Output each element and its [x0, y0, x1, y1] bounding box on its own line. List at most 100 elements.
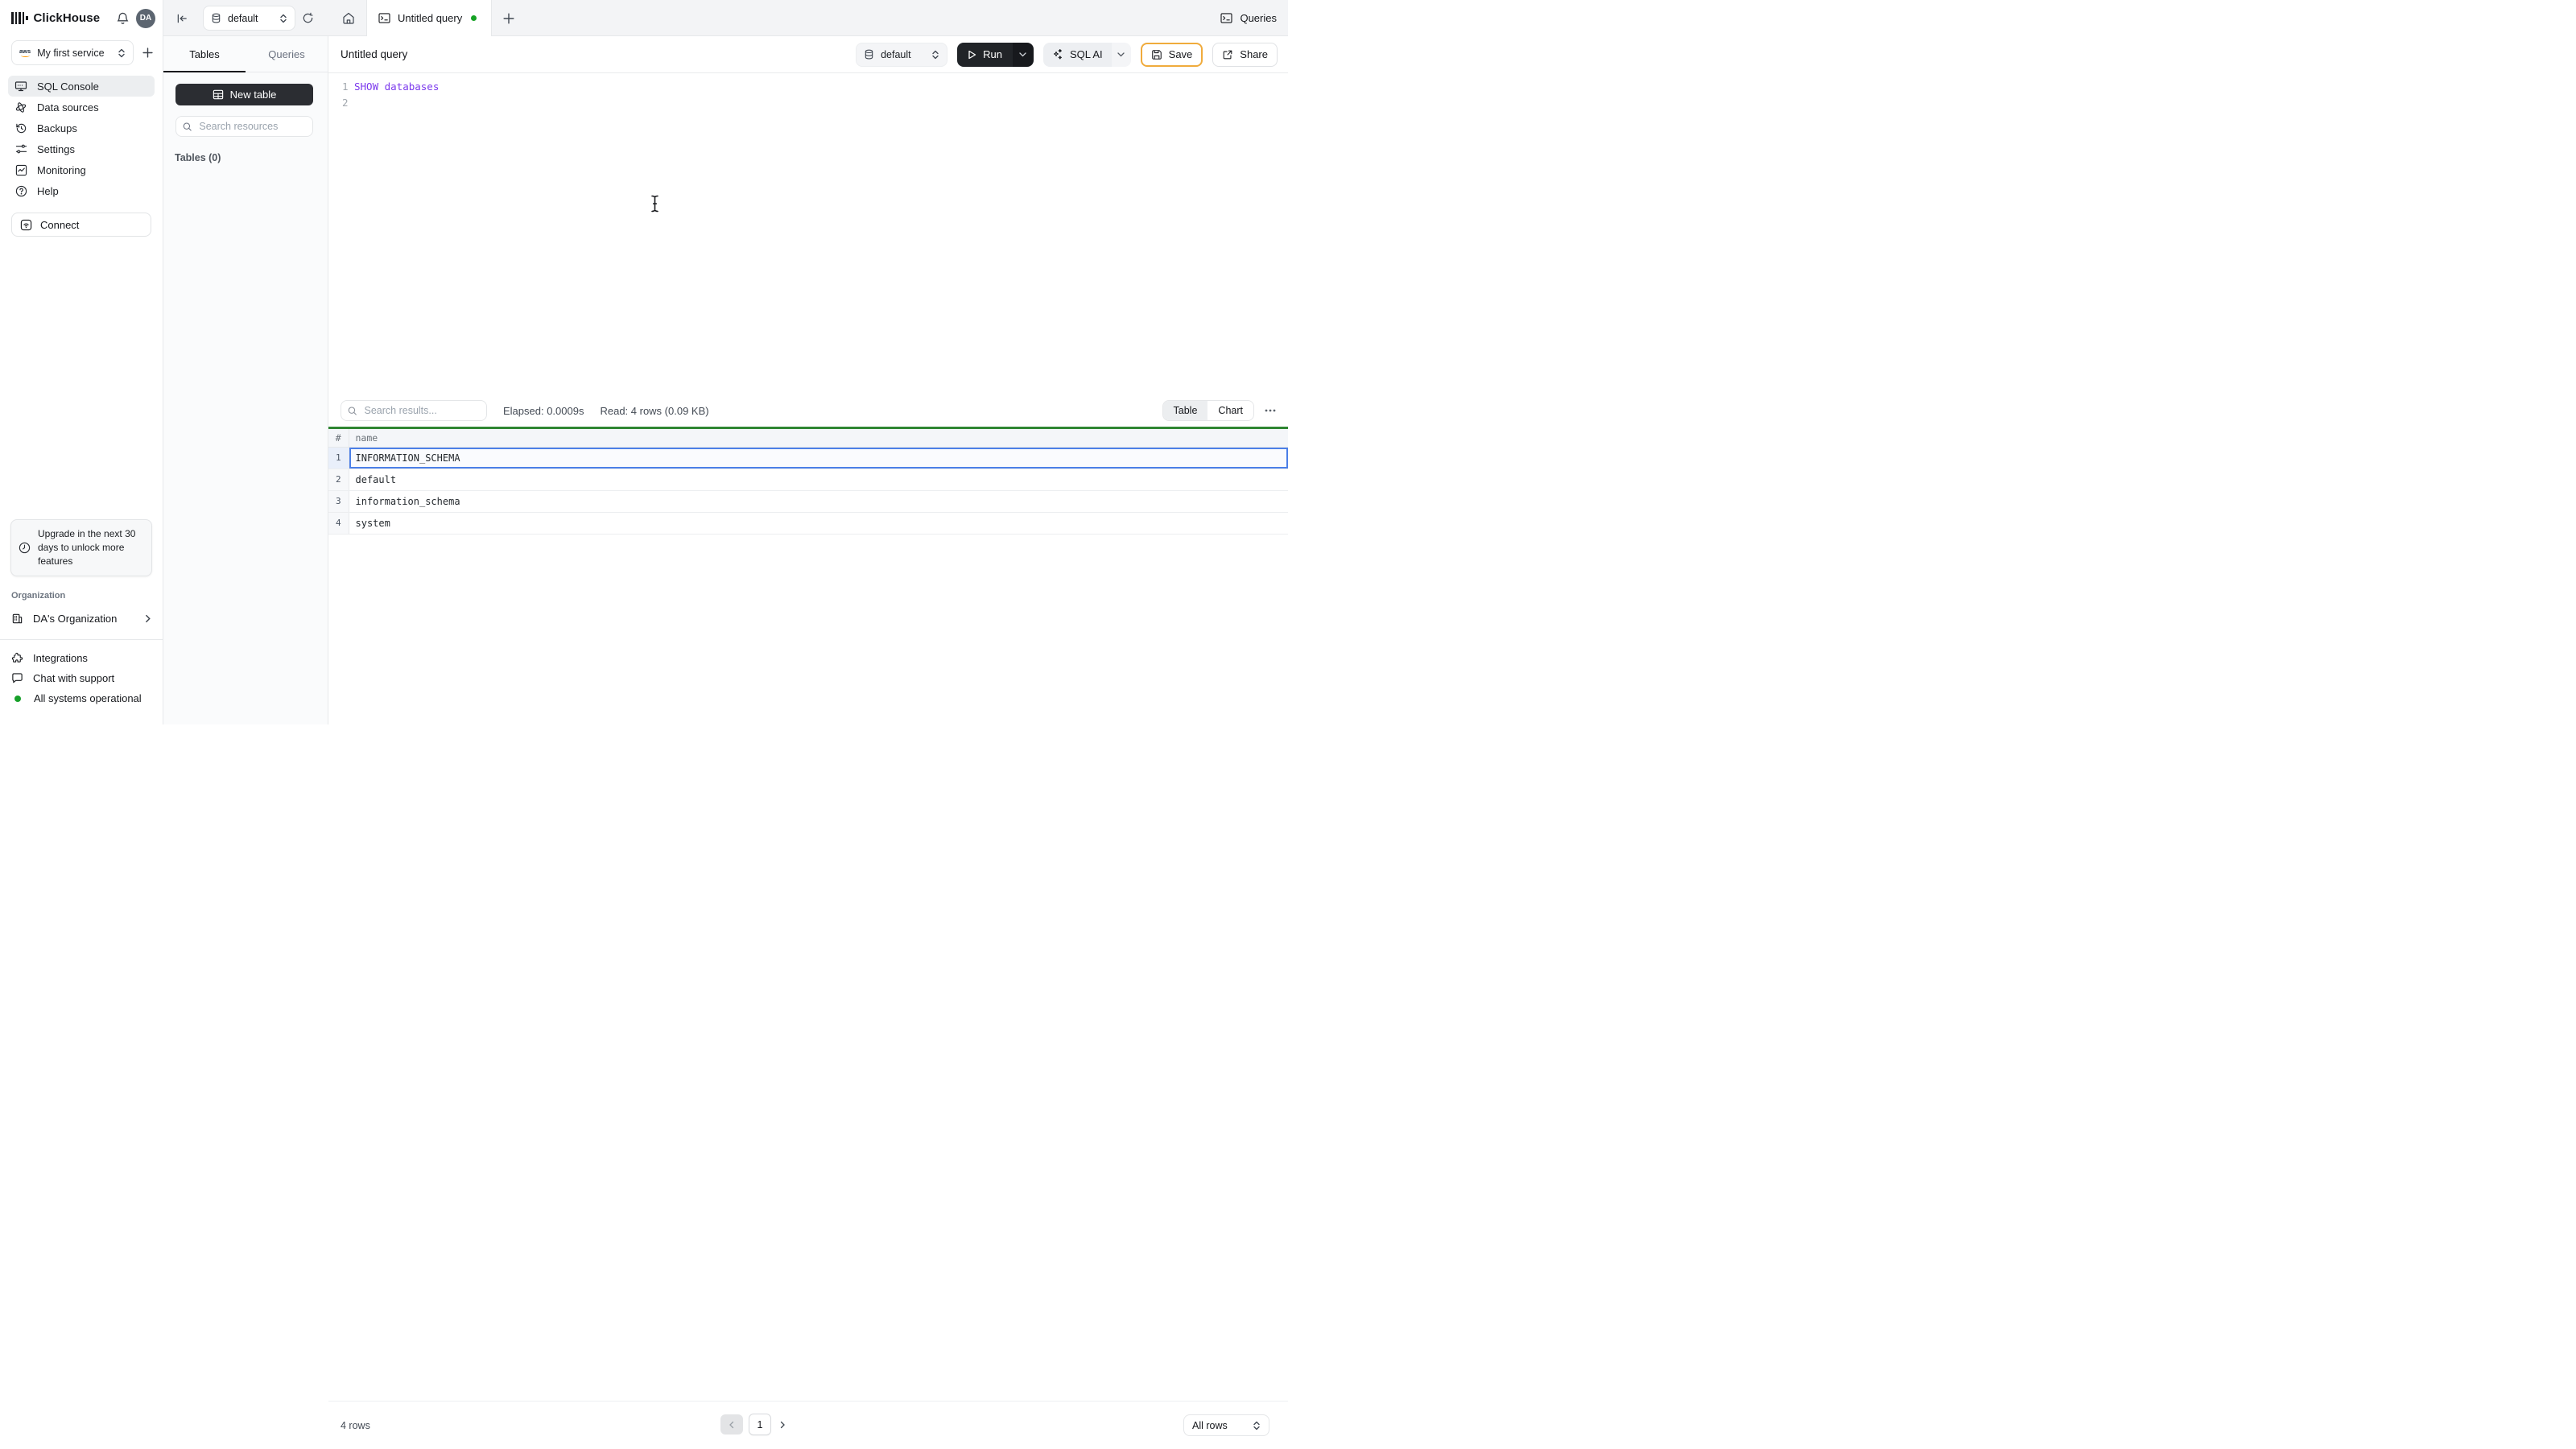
line-number: 2	[342, 97, 349, 109]
run-label: Run	[983, 48, 1002, 60]
aws-icon: aws	[19, 48, 31, 57]
tab-queries[interactable]: Queries	[246, 36, 328, 72]
chevron-updown-icon	[280, 14, 287, 23]
sidebar-item-backups[interactable]: Backups	[8, 118, 155, 138]
sql-code: SHOW databases	[354, 80, 440, 93]
table-row[interactable]: 1 INFORMATION_SCHEMA	[328, 447, 1288, 469]
page-size-value: All rows	[1192, 1419, 1228, 1431]
prev-page-button[interactable]	[720, 1414, 743, 1435]
new-tab-plus-icon[interactable]	[503, 0, 514, 36]
strip-database-selector[interactable]: default	[203, 6, 295, 31]
refresh-icon[interactable]	[302, 0, 314, 36]
page-number-button[interactable]: 1	[749, 1414, 771, 1435]
row-count: 4 rows	[341, 1420, 370, 1431]
connect-button[interactable]: Connect	[11, 213, 151, 237]
sidebar-nav: SQL Console Data sources Backups Setting…	[0, 76, 163, 201]
table-row[interactable]: 3 information_schema	[328, 490, 1288, 513]
run-options-caret[interactable]	[1012, 42, 1034, 67]
organization-name: DA's Organization	[33, 612, 118, 625]
search-icon	[348, 406, 357, 415]
results-table: # name 1 INFORMATION_SCHEMA 2 default 3 …	[328, 429, 1288, 535]
chat-icon	[12, 673, 23, 683]
new-table-button[interactable]: New table	[175, 84, 313, 105]
console-icon	[14, 80, 27, 93]
tab-untitled-query[interactable]: Untitled query	[366, 0, 492, 36]
sidebar-item-monitoring[interactable]: Monitoring	[8, 159, 155, 180]
new-table-label: New table	[229, 89, 277, 101]
chevron-right-icon	[144, 614, 151, 623]
next-page-button[interactable]	[777, 1421, 788, 1429]
puzzle-icon	[11, 652, 23, 663]
brand-name: ClickHouse	[33, 11, 101, 25]
view-table-button[interactable]: Table	[1162, 401, 1208, 420]
organization-section-label: Organization	[11, 591, 66, 601]
organization-item[interactable]: DA's Organization	[11, 609, 151, 628]
save-button[interactable]: Save	[1140, 42, 1203, 67]
query-title: Untitled query	[341, 48, 408, 60]
column-header-index[interactable]: #	[328, 429, 349, 448]
queries-button[interactable]: Queries	[1220, 0, 1277, 36]
save-icon	[1151, 49, 1162, 60]
table-row[interactable]: 4 system	[328, 512, 1288, 535]
connect-label: Connect	[40, 218, 80, 231]
sql-ai-button[interactable]: SQL AI	[1042, 42, 1112, 67]
row-index: 1	[328, 447, 349, 469]
queries-label: Queries	[1240, 12, 1277, 24]
user-avatar[interactable]: DA	[136, 8, 155, 28]
status-label: All systems operational	[34, 692, 142, 704]
row-value[interactable]: system	[349, 512, 1288, 535]
upgrade-notice-text: Upgrade in the next 30 days to unlock mo…	[38, 527, 136, 567]
run-button-group: Run	[957, 42, 1034, 67]
editor-line: 2	[328, 95, 1288, 111]
sql-ai-button-group: SQL AI	[1042, 42, 1131, 67]
sidebar-item-sql-console[interactable]: SQL Console	[8, 76, 155, 97]
row-value[interactable]: INFORMATION_SCHEMA	[349, 447, 1288, 469]
upgrade-notice[interactable]: Upgrade in the next 30 days to unlock mo…	[10, 518, 152, 576]
resource-search-input[interactable]	[197, 120, 306, 133]
line-number: 1	[342, 80, 349, 93]
brand-row: ClickHouse DA	[0, 0, 163, 36]
sidebar-item-label: Help	[37, 184, 59, 197]
help-icon	[14, 185, 27, 197]
editor-line: 1 SHOW databases	[328, 79, 1288, 95]
sidebar-item-label: Settings	[37, 142, 75, 155]
system-status[interactable]: All systems operational	[11, 688, 151, 708]
results-search-input[interactable]	[362, 404, 480, 417]
row-value[interactable]: information_schema	[349, 490, 1288, 513]
resource-search[interactable]	[175, 116, 313, 137]
query-database-selector[interactable]: default	[856, 42, 948, 67]
service-selector[interactable]: aws My first service	[11, 40, 134, 65]
sql-ai-caret[interactable]	[1111, 42, 1131, 67]
sidebar-item-label: Backups	[37, 122, 77, 134]
sidebar-item-settings[interactable]: Settings	[8, 138, 155, 159]
tab-tables[interactable]: Tables	[163, 36, 246, 72]
chevron-down-icon	[1117, 52, 1125, 56]
integrations-label: Integrations	[33, 652, 88, 664]
integrations-link[interactable]: Integrations	[11, 648, 151, 668]
elapsed-stat: Elapsed: 0.0009s	[503, 404, 584, 417]
run-button[interactable]: Run	[957, 42, 1013, 67]
chat-support-link[interactable]: Chat with support	[11, 668, 151, 688]
table-row[interactable]: 2 default	[328, 469, 1288, 491]
more-options-icon[interactable]	[1263, 407, 1278, 414]
notifications-bell-icon[interactable]	[115, 10, 130, 27]
organization-icon	[12, 613, 23, 623]
sidebar-item-label: Data sources	[37, 101, 99, 114]
sidebar-item-help[interactable]: Help	[8, 180, 155, 201]
tab-title: Untitled query	[398, 12, 463, 24]
column-header-name[interactable]: name	[349, 429, 1288, 448]
sidebar-item-data-sources[interactable]: Data sources	[8, 97, 155, 118]
share-button[interactable]: Share	[1212, 42, 1278, 67]
query-database-value: default	[881, 48, 911, 60]
service-name: My first service	[37, 47, 105, 59]
page-size-selector[interactable]: All rows	[1183, 1414, 1269, 1436]
view-chart-button[interactable]: Chart	[1208, 401, 1253, 420]
tables-section-label: Tables (0)	[175, 152, 221, 163]
row-value[interactable]: default	[349, 469, 1288, 491]
results-search[interactable]	[341, 400, 487, 421]
home-icon[interactable]	[342, 0, 355, 36]
sql-editor[interactable]: 1 SHOW databases 2	[328, 73, 1288, 394]
add-service-button[interactable]	[138, 44, 156, 62]
collapse-panel-icon[interactable]	[176, 0, 188, 36]
sidebar-item-label: SQL Console	[37, 80, 99, 93]
